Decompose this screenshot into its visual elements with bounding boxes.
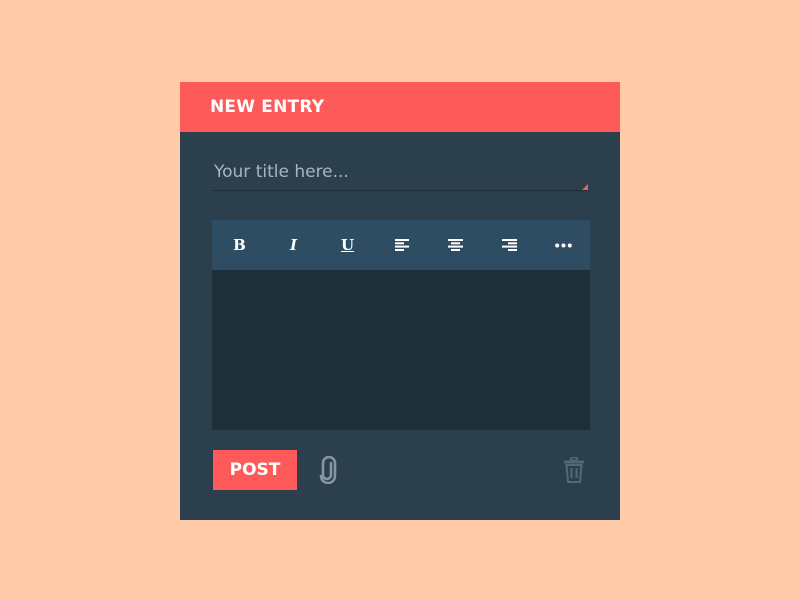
align-center-icon	[448, 239, 463, 251]
attach-button[interactable]	[317, 455, 339, 485]
formatting-toolbar: B I U	[212, 220, 590, 270]
more-options-button[interactable]	[555, 235, 572, 255]
title-field	[212, 156, 588, 191]
resize-corner-icon	[582, 184, 588, 190]
italic-button[interactable]: I	[285, 235, 302, 255]
align-center-button[interactable]	[447, 235, 464, 255]
trash-icon	[564, 456, 584, 483]
bold-button[interactable]: B	[231, 235, 248, 255]
editor-text-area[interactable]	[212, 270, 590, 430]
italic-icon: I	[289, 235, 298, 254]
rich-text-editor: B I U	[212, 220, 590, 430]
bold-icon: B	[233, 235, 246, 254]
title-input[interactable]	[212, 156, 588, 188]
more-icon	[555, 243, 572, 247]
align-right-button[interactable]	[501, 235, 518, 255]
underline-icon: U	[340, 235, 355, 254]
underline-button[interactable]: U	[339, 235, 356, 255]
align-right-icon	[502, 239, 517, 251]
align-left-icon	[394, 239, 409, 251]
post-button[interactable]: POST	[213, 450, 297, 490]
entry-footer: POST	[213, 450, 589, 490]
delete-button[interactable]	[563, 456, 585, 483]
align-left-button[interactable]	[393, 235, 410, 255]
card-title: NEW ENTRY	[210, 97, 325, 117]
new-entry-card: NEW ENTRY B I U	[180, 82, 620, 520]
card-header: NEW ENTRY	[180, 82, 620, 132]
paperclip-icon	[319, 455, 337, 485]
